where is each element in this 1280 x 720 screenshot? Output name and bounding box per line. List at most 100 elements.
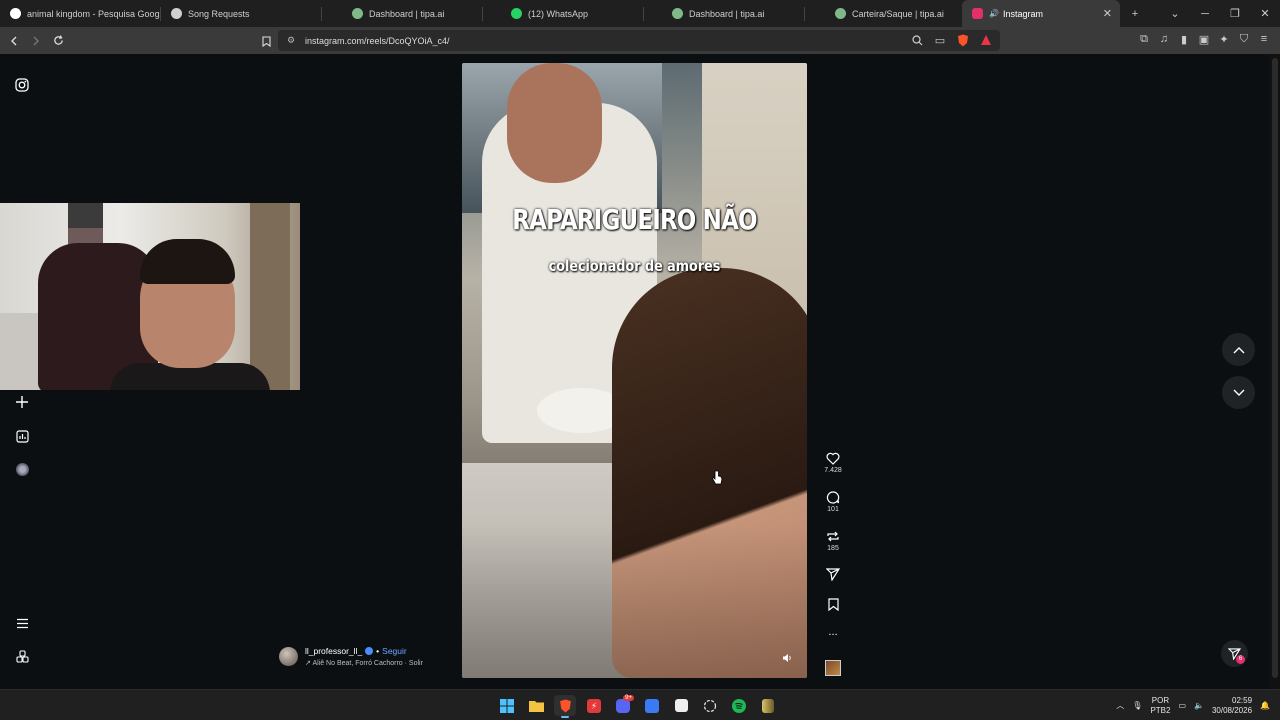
audio-line[interactable]: ↗ Aliê No Beat, Forró Cachorro · Solir [305, 659, 423, 667]
spotify-icon[interactable] [728, 695, 750, 716]
lang-top: POR [1151, 695, 1170, 705]
wallet-icon[interactable]: ▣ [1196, 31, 1212, 47]
comment-count: 101 [827, 506, 839, 513]
back-icon[interactable] [4, 31, 24, 51]
address-bar-actions: ▭ [909, 32, 994, 48]
windows-taskbar: ⚡ 9+ ︿ 🎙 POR PTB2 ▭ 🔈 02:59 30/08/2026 🔔 [0, 689, 1280, 720]
tipa-icon [352, 8, 363, 19]
forward-icon[interactable] [26, 31, 46, 51]
tab-whatsapp[interactable]: (12) WhatsApp [483, 0, 643, 27]
tray-overflow-chevron-icon[interactable]: ︿ [1116, 700, 1124, 711]
new-tab-button[interactable]: + [1120, 0, 1150, 27]
restore-icon[interactable]: ❐ [1220, 0, 1250, 27]
google-icon [10, 8, 21, 19]
language-indicator[interactable]: POR PTB2 [1150, 696, 1170, 716]
brave-icon[interactable] [554, 695, 576, 718]
menu-hamburger-icon[interactable]: ≡ [1256, 31, 1272, 47]
browser-toolbar: ⚙ instagram.com/reels/DcoQYOiA_c4/ ▭ ⧉ ♫… [0, 27, 1280, 54]
lang-bottom: PTB2 [1150, 705, 1171, 715]
instagram-icon [972, 8, 983, 19]
sidebar-icon[interactable]: ▮ [1176, 31, 1192, 47]
microphone-icon[interactable]: 🎙 [1132, 701, 1142, 710]
repost-button[interactable]: 185 [820, 530, 846, 552]
site-info-icon[interactable]: ⚙ [287, 35, 295, 46]
music-note-icon[interactable]: ♫ [1156, 31, 1172, 47]
like-button[interactable]: 7.428 [820, 452, 846, 474]
previous-reel-button[interactable] [1222, 333, 1255, 366]
volume-tray-icon[interactable]: 🔈 [1194, 701, 1204, 710]
tab-dashboard-tipa[interactable]: Dashboard | tipa.ai [322, 0, 482, 27]
author-avatar[interactable] [279, 647, 298, 666]
discord-icon[interactable]: 9+ [612, 695, 634, 716]
hand-cursor-icon [711, 470, 723, 486]
tab-title: Dashboard | tipa.ai [689, 8, 765, 19]
create-plus-icon[interactable] [12, 392, 32, 412]
tab-dashboard-tipa-2[interactable]: Dashboard | tipa.ai [644, 0, 804, 27]
tab-list-chevron-icon[interactable]: ⌄ [1160, 0, 1190, 27]
clock[interactable]: 02:59 30/08/2026 [1212, 696, 1252, 716]
reel-overlay-subtitle: colecionador de amores [548, 257, 721, 275]
tab-title: Dashboard | tipa.ai [369, 8, 445, 19]
profile-avatar-icon[interactable] [12, 459, 32, 479]
close-window-icon[interactable]: ✕ [1250, 0, 1280, 27]
next-reel-button[interactable] [1222, 376, 1255, 409]
more-menu-icon[interactable] [12, 613, 32, 633]
dashboard-chart-icon[interactable] [12, 426, 32, 446]
app-blue-icon[interactable] [641, 695, 663, 716]
volume-icon[interactable] [782, 653, 796, 667]
reel-video[interactable]: RAPARIGUEIRO NÃO colecionador de amores [462, 63, 807, 678]
minimize-icon[interactable]: ─ [1190, 0, 1220, 27]
tab-song-requests[interactable]: Song Requests [161, 0, 321, 27]
scrollbar-thumb[interactable] [1272, 58, 1278, 678]
follow-button[interactable]: Seguir [382, 646, 407, 656]
audio-track: Aliê No Beat, Forró Cachorro · Solir [312, 660, 423, 667]
tab-title: (12) WhatsApp [528, 8, 589, 19]
tab-google-search[interactable]: animal kingdom - Pesquisa Google [0, 0, 160, 27]
door [250, 203, 290, 390]
close-tab-icon[interactable]: ✕ [1103, 7, 1112, 20]
more-options-button[interactable]: ... [820, 626, 846, 638]
tab-carteira-saque[interactable]: Carteira/Saque | tipa.ai [805, 0, 962, 27]
comment-icon [826, 491, 840, 504]
save-button[interactable] [820, 598, 846, 611]
audio-thumbnail[interactable] [825, 660, 841, 676]
discord-badge: 9+ [623, 695, 634, 701]
address-bar[interactable]: ⚙ instagram.com/reels/DcoQYOiA_c4/ ▭ [278, 30, 1000, 51]
instagram-logo-icon[interactable] [12, 75, 32, 95]
bookmark-icon[interactable] [256, 31, 276, 51]
messages-button[interactable]: 6 [1221, 640, 1248, 667]
zoom-search-icon[interactable] [909, 32, 925, 48]
chatgpt-icon[interactable] [699, 695, 721, 716]
brave-rewards-icon[interactable] [978, 32, 994, 48]
wall-poster [68, 203, 103, 228]
extensions-puzzle-icon[interactable]: ⧉ [1136, 31, 1152, 47]
reload-icon[interactable] [48, 31, 68, 51]
windows-start-icon[interactable] [496, 695, 518, 716]
also-from-meta-icon[interactable] [12, 646, 32, 666]
vpn-shield-icon[interactable]: ⛉ [1236, 31, 1252, 47]
tab-title: Song Requests [188, 8, 250, 19]
repost-icon [827, 531, 839, 542]
app-red-icon[interactable]: ⚡ [583, 695, 605, 716]
app-white-icon[interactable] [670, 695, 692, 716]
taskbar-apps: ⚡ 9+ [496, 695, 779, 718]
share-button[interactable] [820, 568, 846, 581]
app-yellow-icon[interactable] [757, 695, 779, 716]
comment-button[interactable]: 101 [820, 491, 846, 513]
network-icon[interactable]: ▭ [1178, 701, 1186, 710]
brave-shields-icon[interactable] [955, 32, 971, 48]
page-scrollbar[interactable] [1270, 54, 1280, 689]
file-explorer-icon[interactable] [525, 695, 547, 716]
song-requests-icon [171, 8, 182, 19]
leo-ai-icon[interactable]: ✦ [1216, 31, 1232, 47]
cast-icon[interactable]: ▭ [932, 32, 948, 48]
reel-overlay-title: RAPARIGUEIRO NÃO [512, 203, 757, 236]
separator-dot: • [376, 646, 380, 656]
tab-instagram[interactable]: 🔊 Instagram ✕ [962, 0, 1120, 27]
like-count: 7.428 [824, 467, 842, 474]
video-shade [462, 63, 807, 678]
extension-toolbar: ⧉ ♫ ▮ ▣ ✦ ⛉ ≡ [1136, 31, 1272, 47]
speaker-icon: 🔊 [989, 9, 999, 18]
author-username[interactable]: ll_professor_ll_ [305, 646, 362, 656]
notification-bell-icon[interactable]: 🔔 [1260, 701, 1270, 710]
